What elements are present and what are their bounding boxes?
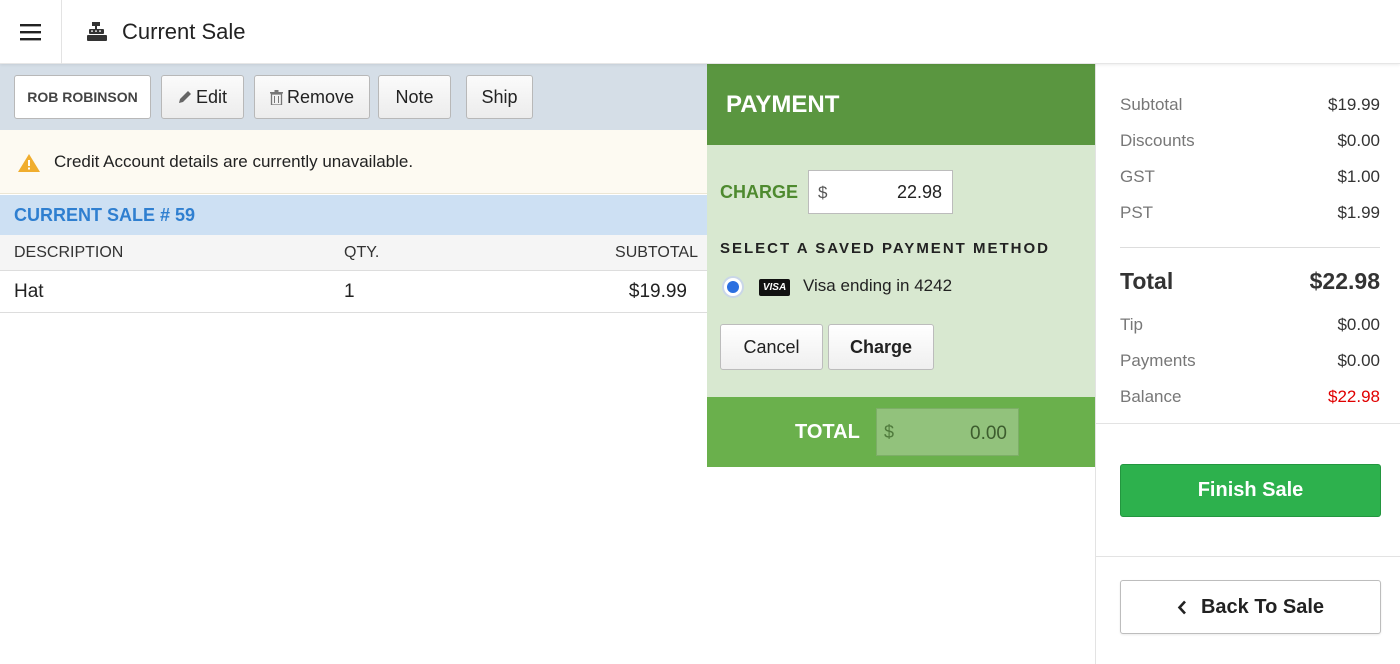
payment-total-bar: TOTAL $ 0.00 bbox=[707, 397, 1095, 467]
line-item-subtotal: $19.99 bbox=[628, 280, 687, 302]
sale-toolbar: ROB ROBINSON Edit Remove Note Ship bbox=[0, 64, 707, 130]
payment-header: PAYMENT bbox=[707, 64, 1095, 145]
note-button[interactable]: Note bbox=[378, 75, 451, 119]
line-item-description: Hat bbox=[14, 280, 44, 302]
balance-value: $22.98 bbox=[1328, 387, 1380, 406]
cancel-button-label: Cancel bbox=[743, 336, 800, 357]
discounts-value: $0.00 bbox=[1337, 131, 1380, 150]
credit-account-alert: Credit Account details are currently una… bbox=[0, 130, 707, 194]
column-description: DESCRIPTION bbox=[14, 243, 124, 261]
line-items-header: DESCRIPTION QTY. SUBTOTAL bbox=[0, 235, 707, 271]
back-to-sale-label: Back To Sale bbox=[1200, 595, 1325, 618]
cancel-button[interactable]: Cancel bbox=[720, 324, 823, 370]
charge-amount-input[interactable]: $ 22.98 bbox=[808, 170, 953, 214]
edit-button-label: Edit bbox=[195, 86, 228, 107]
saved-card-label[interactable]: Visa ending in 4242 bbox=[803, 276, 952, 296]
pst-row: PST $1.99 bbox=[1120, 203, 1380, 223]
discounts-label: Discounts bbox=[1120, 131, 1195, 150]
edit-button[interactable]: Edit bbox=[161, 75, 244, 119]
top-bar: Current Sale bbox=[0, 0, 1400, 64]
alert-message: Credit Account details are currently una… bbox=[54, 151, 414, 171]
subtotal-row: Subtotal $19.99 bbox=[1120, 95, 1380, 115]
gst-value: $1.00 bbox=[1337, 167, 1380, 186]
payment-body: CHARGE $ 22.98 SELECT A SAVED PAYMENT ME… bbox=[707, 145, 1095, 397]
finish-sale-label: Finish Sale bbox=[1197, 479, 1304, 501]
saved-payment-method-label: SELECT A SAVED PAYMENT METHOD bbox=[720, 240, 1050, 257]
trash-icon bbox=[269, 89, 283, 105]
tip-label: Tip bbox=[1120, 315, 1143, 334]
ship-button-label: Ship bbox=[481, 86, 518, 107]
charge-label: CHARGE bbox=[720, 182, 799, 202]
tip-value: $0.00 bbox=[1337, 315, 1380, 334]
charge-button[interactable]: Charge bbox=[828, 324, 934, 370]
summary-section-divider bbox=[1096, 423, 1400, 424]
charge-button-label: Charge bbox=[849, 336, 912, 357]
payments-row: Payments $0.00 bbox=[1120, 351, 1380, 371]
ship-button[interactable]: Ship bbox=[466, 75, 533, 119]
column-subtotal: SUBTOTAL bbox=[615, 243, 698, 261]
payment-title: PAYMENT bbox=[726, 90, 840, 118]
charge-currency-symbol: $ bbox=[818, 183, 828, 202]
payment-total-value: 0.00 bbox=[970, 423, 1007, 444]
payment-total-field: $ 0.00 bbox=[876, 408, 1019, 456]
remove-button-label: Remove bbox=[286, 86, 355, 107]
menu-button[interactable] bbox=[0, 0, 62, 64]
payments-label: Payments bbox=[1120, 351, 1196, 370]
pencil-icon bbox=[178, 91, 191, 103]
payment-total-label: TOTAL bbox=[795, 421, 860, 443]
page-title: Current Sale bbox=[122, 19, 246, 44]
saved-card-radio[interactable] bbox=[722, 276, 744, 298]
total-value: $22.98 bbox=[1309, 268, 1380, 294]
customer-button[interactable]: ROB ROBINSON bbox=[14, 75, 151, 119]
actions-divider bbox=[1096, 556, 1400, 557]
pst-value: $1.99 bbox=[1337, 203, 1380, 222]
visa-card-icon: VISA bbox=[759, 279, 790, 296]
subtotal-label: Subtotal bbox=[1120, 95, 1183, 114]
charge-amount-value: 22.98 bbox=[896, 182, 942, 202]
column-qty: QTY. bbox=[344, 243, 380, 261]
total-currency-symbol: $ bbox=[884, 422, 895, 442]
back-to-sale-button[interactable]: Back To Sale bbox=[1120, 580, 1381, 634]
gst-row: GST $1.00 bbox=[1120, 167, 1380, 187]
note-button-label: Note bbox=[395, 86, 434, 107]
line-item-qty: 1 bbox=[344, 280, 355, 302]
discounts-row: Discounts $0.00 bbox=[1120, 131, 1380, 151]
tip-row: Tip $0.00 bbox=[1120, 315, 1380, 335]
customer-name: ROB ROBINSON bbox=[27, 89, 138, 105]
current-sale-title: CURRENT SALE # 59 bbox=[14, 204, 196, 225]
summary-divider bbox=[1120, 247, 1380, 248]
page-title-group: Current Sale bbox=[86, 0, 246, 64]
balance-label: Balance bbox=[1120, 387, 1182, 406]
sale-summary: Subtotal $19.99 Discounts $0.00 GST $1.0… bbox=[1095, 64, 1400, 664]
gst-label: GST bbox=[1120, 167, 1155, 186]
cash-register-icon bbox=[87, 22, 107, 41]
total-label: Total bbox=[1120, 268, 1174, 294]
table-row[interactable]: Hat 1 $19.99 bbox=[0, 271, 707, 313]
total-row: Total $22.98 bbox=[1120, 268, 1380, 295]
chevron-left-icon bbox=[1177, 600, 1186, 614]
finish-sale-button[interactable]: Finish Sale bbox=[1120, 464, 1381, 517]
balance-row: Balance $22.98 bbox=[1120, 387, 1380, 407]
pst-label: PST bbox=[1120, 203, 1154, 222]
warning-icon bbox=[18, 154, 40, 172]
current-sale-header: CURRENT SALE # 59 bbox=[0, 195, 707, 235]
hamburger-menu-icon bbox=[19, 24, 41, 41]
payments-value: $0.00 bbox=[1337, 351, 1380, 370]
subtotal-value: $19.99 bbox=[1328, 95, 1380, 114]
remove-button[interactable]: Remove bbox=[254, 75, 370, 119]
